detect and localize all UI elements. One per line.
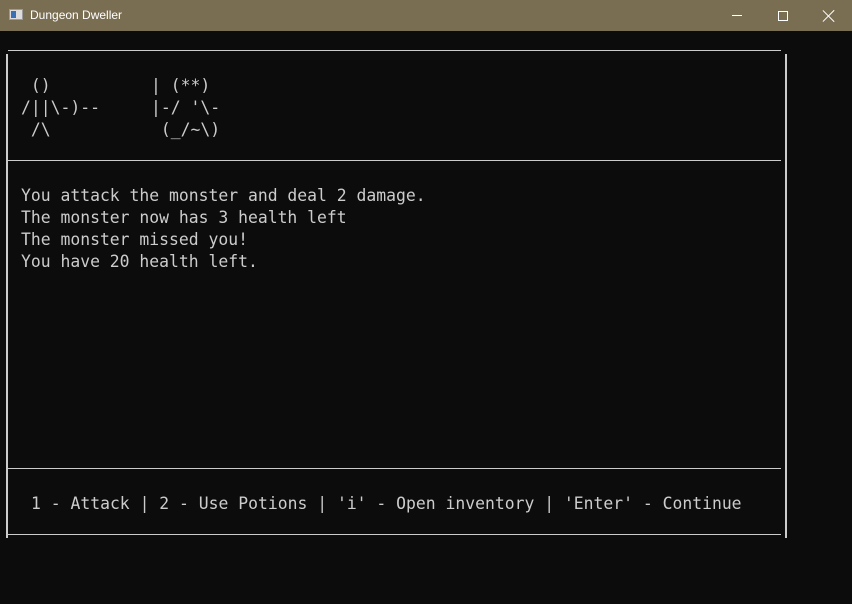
frame-menu-divider: [8, 468, 781, 469]
frame-left-border: [6, 54, 8, 538]
open-inventory-option[interactable]: 'i' - Open inventory: [327, 494, 544, 513]
continue-option[interactable]: 'Enter' - Continue: [554, 494, 742, 513]
console-screen[interactable]: () /||\-)-- /\ | (**) |-/ '\- (_/~\) You…: [0, 31, 852, 604]
frame-bottom-line: [8, 534, 781, 535]
title-bar[interactable]: Dungeon Dweller: [0, 0, 852, 31]
frame-right-border: [785, 54, 787, 538]
frame-scene-divider: [8, 160, 781, 161]
log-line: The monster missed you!: [21, 230, 248, 249]
player-ascii-art: () /||\-)-- /\: [21, 76, 100, 139]
action-menu: 1 - Attack | 2 - Use Potions | 'i' - Ope…: [21, 493, 742, 515]
menu-separator: |: [139, 494, 150, 513]
menu-separator: |: [317, 494, 328, 513]
close-icon: [823, 10, 835, 22]
close-button[interactable]: [806, 0, 852, 31]
maximize-icon: [778, 10, 788, 21]
minimize-button[interactable]: [714, 0, 760, 31]
use-potions-option[interactable]: 2 - Use Potions: [149, 494, 317, 513]
minimize-icon: [732, 15, 742, 16]
window-title: Dungeon Dweller: [30, 8, 123, 22]
attack-option[interactable]: 1 - Attack: [21, 494, 140, 513]
monster-ascii-art: | (**) |-/ '\- (_/~\): [151, 76, 221, 139]
frame-top-line: [8, 50, 781, 51]
log-line: You have 20 health left.: [21, 252, 258, 271]
menu-separator: |: [544, 494, 555, 513]
maximize-button[interactable]: [760, 0, 806, 31]
log-line: The monster now has 3 health left: [21, 208, 347, 227]
log-line: You attack the monster and deal 2 damage…: [21, 186, 426, 205]
console-app-icon: [9, 9, 23, 20]
app-window: Dungeon Dweller () /||\-)-- /\ | (**) |-…: [0, 0, 852, 604]
